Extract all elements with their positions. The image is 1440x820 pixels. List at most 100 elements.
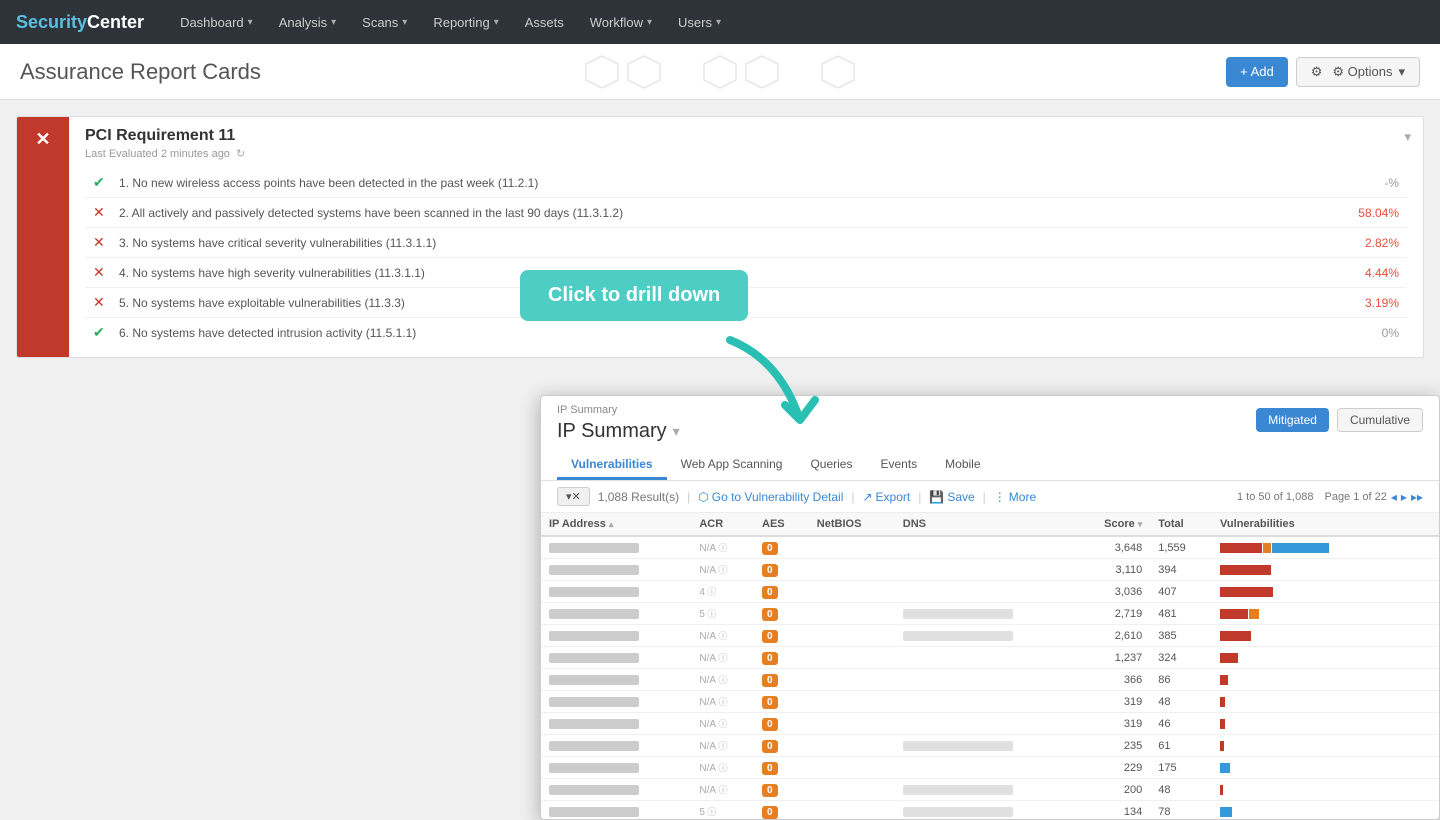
- brand-logo[interactable]: SecurityCenter: [16, 12, 144, 33]
- sort-icon: ▾: [1138, 519, 1143, 530]
- sort-icon: ▴: [609, 519, 614, 530]
- prev-page-button[interactable]: ◂: [1391, 490, 1397, 504]
- caret-down-icon[interactable]: ▾: [673, 423, 680, 440]
- separator: |: [687, 490, 690, 504]
- tab-web-app-scanning[interactable]: Web App Scanning: [667, 451, 797, 480]
- nav-item-dashboard[interactable]: Dashboard ▾: [168, 0, 265, 44]
- table-row[interactable]: N/A ⓘ031948: [541, 691, 1439, 713]
- col-aes[interactable]: AES: [754, 513, 809, 536]
- acr-cell: N/A ⓘ: [691, 536, 754, 559]
- acr-cell: N/A ⓘ: [691, 559, 754, 581]
- col-acr[interactable]: ACR: [691, 513, 754, 536]
- last-page-button[interactable]: ▸▸: [1411, 490, 1423, 504]
- score-cell: 229: [1074, 757, 1151, 779]
- nav-item-scans[interactable]: Scans ▾: [350, 0, 419, 44]
- tab-vulnerabilities[interactable]: Vulnerabilities: [557, 451, 667, 480]
- cumulative-button[interactable]: Cumulative: [1337, 408, 1423, 432]
- table-row[interactable]: N/A ⓘ031946: [541, 713, 1439, 735]
- add-button[interactable]: + Add: [1226, 57, 1288, 87]
- link-icon: ⬡: [698, 490, 708, 504]
- tab-queries[interactable]: Queries: [796, 451, 866, 480]
- table-row[interactable]: N/A ⓘ02,610385: [541, 625, 1439, 647]
- total-cell: 1,559: [1150, 536, 1212, 559]
- vuln-bar-cell: [1212, 735, 1439, 757]
- dns-cell: [895, 713, 1074, 735]
- total-cell: 48: [1150, 779, 1212, 801]
- acr-cell: N/A ⓘ: [691, 691, 754, 713]
- score-cell: 319: [1074, 691, 1151, 713]
- table-row[interactable]: N/A ⓘ03,110394: [541, 559, 1439, 581]
- req-value-1: -%: [1339, 176, 1399, 190]
- col-vulnerabilities[interactable]: Vulnerabilities: [1212, 513, 1439, 536]
- aes-cell: 0: [754, 603, 809, 625]
- vuln-bar-cell: [1212, 779, 1439, 801]
- dns-cell: [895, 647, 1074, 669]
- col-netbios[interactable]: NetBIOS: [809, 513, 895, 536]
- col-ip-address[interactable]: IP Address ▴: [541, 513, 691, 536]
- chevron-down-icon: ▾: [716, 17, 721, 28]
- aes-cell: 0: [754, 647, 809, 669]
- acr-cell: N/A ⓘ: [691, 625, 754, 647]
- close-button[interactable]: ✕: [35, 129, 50, 150]
- acr-cell: N/A ⓘ: [691, 713, 754, 735]
- tab-events[interactable]: Events: [866, 451, 931, 480]
- next-page-button[interactable]: ▸: [1401, 490, 1407, 504]
- table-toolbar: ▾✕ 1,088 Result(s) | ⬡ Go to Vulnerabili…: [541, 481, 1439, 513]
- table-row[interactable]: N/A ⓘ023561: [541, 735, 1439, 757]
- nav-item-users[interactable]: Users ▾: [666, 0, 733, 44]
- nav-item-reporting[interactable]: Reporting ▾: [421, 0, 510, 44]
- score-cell: 3,036: [1074, 581, 1151, 603]
- chevron-down-icon: ▾: [647, 17, 652, 28]
- dropdown-icon[interactable]: ▾: [1404, 129, 1411, 145]
- table-row[interactable]: 5 ⓘ02,719481: [541, 603, 1439, 625]
- table-row[interactable]: N/A ⓘ01,237324: [541, 647, 1439, 669]
- ip-address-cell: [541, 559, 691, 581]
- total-cell: 61: [1150, 735, 1212, 757]
- export-link[interactable]: ↗ Export: [862, 490, 910, 504]
- ip-panel-actions: Mitigated Cumulative: [1256, 408, 1423, 432]
- table-row[interactable]: N/A ⓘ036686: [541, 669, 1439, 691]
- nav-menu: Dashboard ▾ Analysis ▾ Scans ▾ Reporting…: [168, 0, 733, 44]
- cross-icon: ✕: [93, 294, 111, 311]
- req-row-3[interactable]: ✕ 3. No systems have critical severity v…: [85, 227, 1407, 257]
- ip-address-cell: [541, 779, 691, 801]
- ip-address-cell: [541, 691, 691, 713]
- ip-summary-panel: IP Summary IP Summary ▾ Mitigated Cumula…: [540, 395, 1440, 820]
- refresh-icon[interactable]: ↻: [236, 147, 245, 160]
- ip-table: IP Address ▴ ACR AES NetBIOS DNS Score ▾…: [541, 513, 1439, 820]
- table-row[interactable]: N/A ⓘ020048: [541, 779, 1439, 801]
- req-row-2[interactable]: ✕ 2. All actively and passively detected…: [85, 197, 1407, 227]
- nav-item-assets[interactable]: Assets: [513, 0, 576, 44]
- dns-cell: [895, 735, 1074, 757]
- tab-mobile[interactable]: Mobile: [931, 451, 994, 480]
- go-to-vuln-link[interactable]: ⬡ Go to Vulnerability Detail: [698, 490, 843, 504]
- arc-card-close-bar: ✕: [17, 117, 69, 357]
- acr-cell: N/A ⓘ: [691, 735, 754, 757]
- ip-tabs: Vulnerabilities Web App Scanning Queries…: [557, 451, 1423, 480]
- filter-button[interactable]: ▾✕: [557, 487, 590, 506]
- vuln-bar-cell: [1212, 713, 1439, 735]
- save-icon: 💾: [929, 490, 944, 504]
- dns-cell: [895, 559, 1074, 581]
- col-total[interactable]: Total: [1150, 513, 1212, 536]
- options-button[interactable]: ⚙ ⚙ Options ▾: [1296, 57, 1420, 87]
- req-value-3: 2.82%: [1339, 236, 1399, 250]
- table-row[interactable]: 5 ⓘ013478: [541, 801, 1439, 820]
- chevron-down-icon: ▾: [1398, 64, 1405, 80]
- more-link[interactable]: ⋮ More: [994, 490, 1036, 504]
- mitigated-button[interactable]: Mitigated: [1256, 408, 1329, 432]
- table-row[interactable]: N/A ⓘ0229175: [541, 757, 1439, 779]
- table-row[interactable]: N/A ⓘ03,6481,559: [541, 536, 1439, 559]
- score-cell: 366: [1074, 669, 1151, 691]
- nav-item-workflow[interactable]: Workflow ▾: [578, 0, 664, 44]
- req-value-5: 3.19%: [1339, 296, 1399, 310]
- req-value-2: 58.04%: [1339, 206, 1399, 220]
- col-score[interactable]: Score ▾: [1074, 513, 1151, 536]
- table-row[interactable]: 4 ⓘ03,036407: [541, 581, 1439, 603]
- netbios-cell: [809, 603, 895, 625]
- save-link[interactable]: 💾 Save: [929, 490, 974, 504]
- col-dns[interactable]: DNS: [895, 513, 1074, 536]
- cross-icon: ✕: [93, 204, 111, 221]
- ip-address-cell: [541, 669, 691, 691]
- nav-item-analysis[interactable]: Analysis ▾: [267, 0, 348, 44]
